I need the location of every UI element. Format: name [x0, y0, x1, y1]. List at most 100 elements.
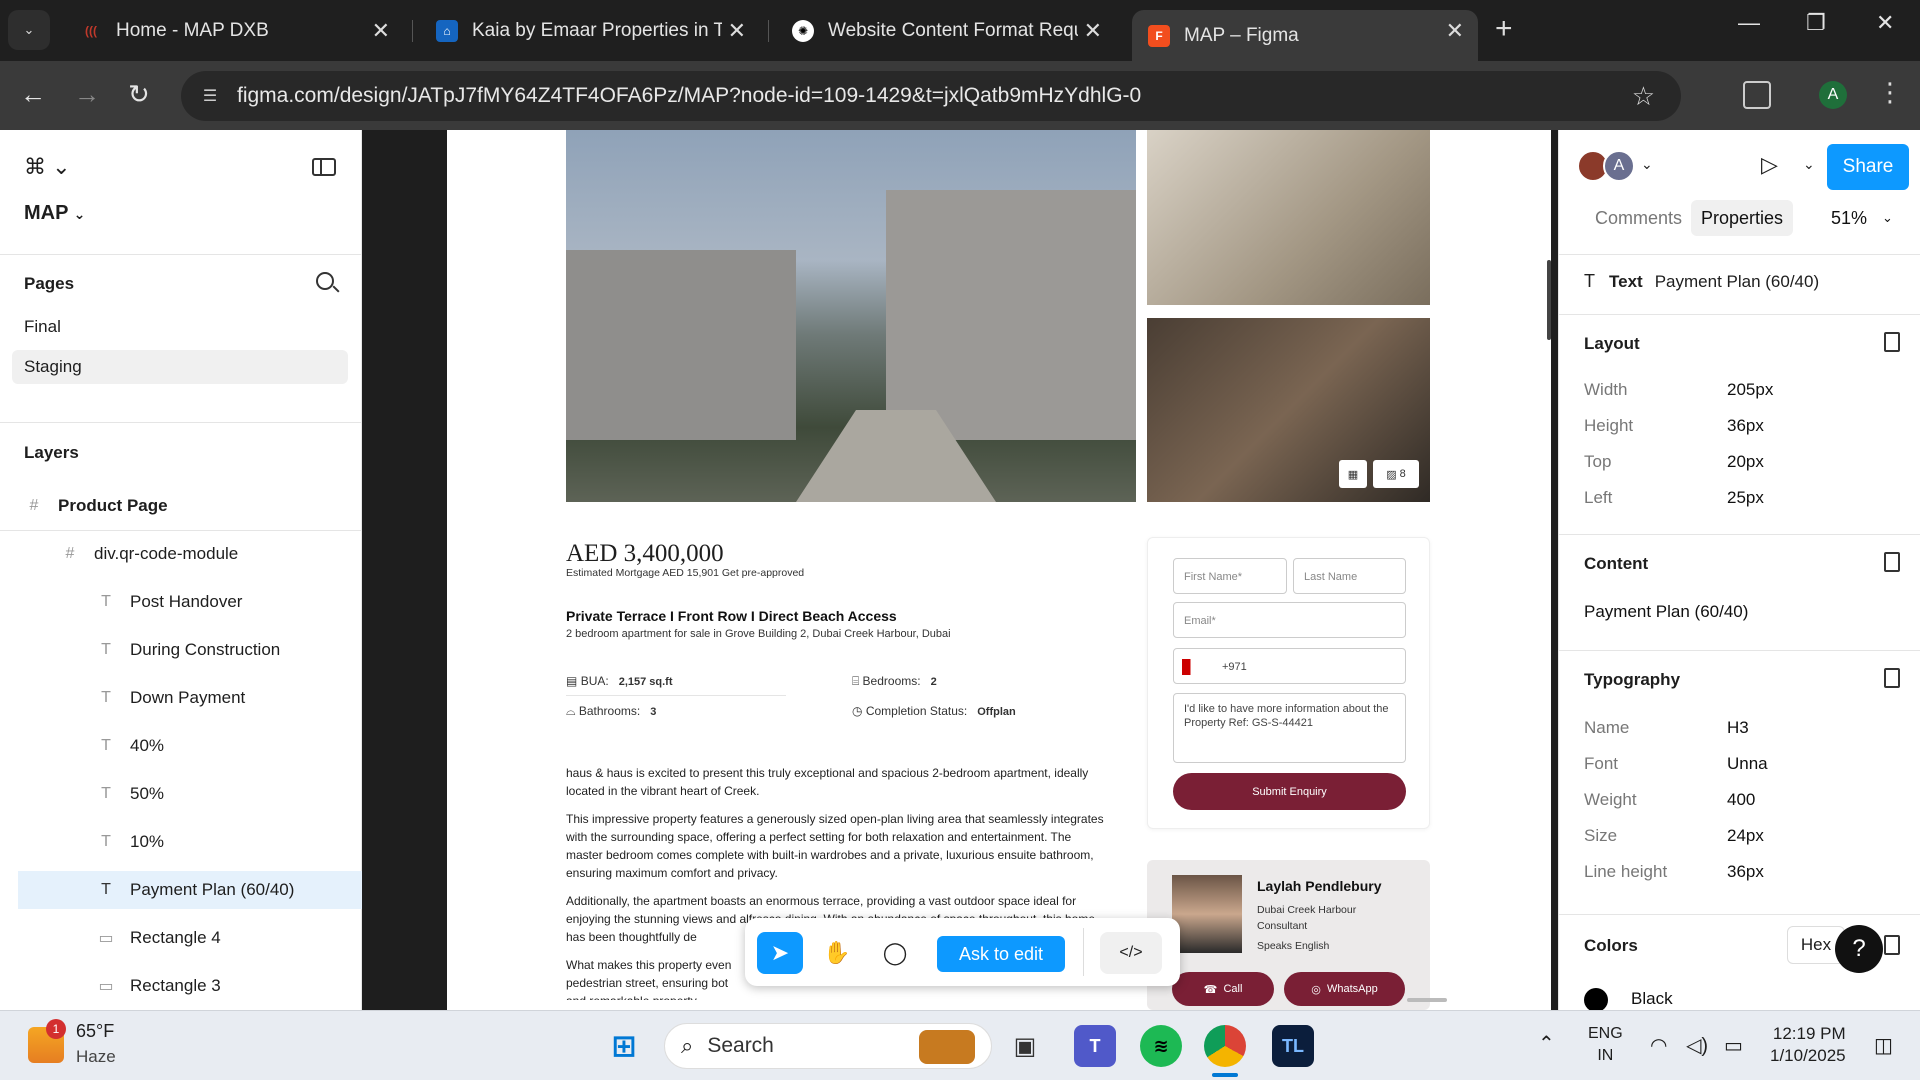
copy-icon[interactable] — [1884, 668, 1900, 688]
weather-temp[interactable]: 65°F — [76, 1021, 114, 1042]
copy-icon[interactable] — [1884, 332, 1900, 352]
teams-icon[interactable]: T — [1074, 1025, 1116, 1067]
close-tab-icon[interactable]: ✕ — [372, 18, 390, 44]
tab-home-map-dxb[interactable]: ((( Home - MAP DXB ✕ — [64, 10, 404, 51]
layer-during-construction[interactable]: T During Construction — [96, 631, 280, 669]
omnibox[interactable]: ☰ figma.com/design/JATpJ7fMY64Z4TF4OFA6P… — [181, 71, 1681, 121]
canvas-scrollbar-horizontal[interactable] — [1407, 998, 1447, 1002]
spotify-icon[interactable]: ≋ — [1140, 1025, 1182, 1067]
avatar[interactable]: A — [1603, 150, 1635, 182]
page-final[interactable]: Final — [12, 310, 348, 344]
product-page-frame[interactable]: ▦ ▨ 8 AED 3,400,000 Estimated Mortgage A… — [447, 130, 1551, 1010]
minimize-icon[interactable]: — — [1738, 10, 1760, 36]
canvas-scrollbar[interactable] — [1547, 260, 1551, 340]
layer-10-percent[interactable]: T 10% — [96, 823, 164, 861]
reload-icon[interactable]: ↻ — [128, 79, 150, 110]
tab-search-button[interactable]: ⌄ — [8, 10, 50, 50]
collaborator-avatars[interactable]: A ⌄ — [1577, 150, 1653, 182]
chevron-down-icon[interactable]: ⌄ — [1641, 156, 1653, 182]
comment-tool-icon[interactable]: ◯ — [875, 932, 915, 974]
chevron-up-icon[interactable]: ⌃ — [1538, 1031, 1555, 1056]
uae-flag-icon[interactable] — [1182, 659, 1210, 675]
weather-desc[interactable]: Haze — [76, 1047, 116, 1067]
url-text[interactable]: figma.com/design/JATpJ7fMY64Z4TF4OFA6Pz/… — [237, 84, 1141, 108]
taskbar-search[interactable]: ⌕ Search — [664, 1023, 992, 1069]
ask-to-edit-button[interactable]: Ask to edit — [937, 936, 1065, 972]
font-name-value[interactable]: H3 — [1727, 718, 1749, 738]
copy-icon[interactable] — [1884, 935, 1900, 955]
last-name-field[interactable]: Last Name — [1293, 558, 1406, 594]
gallery-count-button[interactable]: ▨ 8 — [1373, 460, 1419, 488]
design-canvas[interactable]: ▦ ▨ 8 AED 3,400,000 Estimated Mortgage A… — [362, 130, 1558, 1010]
floorplan-icon[interactable]: ▦ — [1339, 460, 1367, 488]
tab-kaia-emaar[interactable]: ⌂ Kaia by Emaar Properties in The ✕ — [420, 10, 760, 51]
windows-start-icon[interactable]: ⊞ — [603, 1025, 645, 1067]
line-height-value[interactable]: 36px — [1727, 862, 1764, 882]
tab-comments[interactable]: Comments — [1585, 200, 1692, 236]
email-field[interactable]: Email* — [1173, 602, 1406, 638]
font-weight-value[interactable]: 400 — [1727, 790, 1755, 810]
layer-payment-plan[interactable]: T Payment Plan (60/40) — [18, 871, 362, 909]
figma-menu-icon[interactable]: ⌘ ⌄ — [24, 154, 71, 180]
close-tab-icon[interactable]: ✕ — [728, 18, 746, 44]
width-value[interactable]: 205px — [1727, 380, 1773, 400]
layer-post-handover[interactable]: T Post Handover — [96, 583, 242, 621]
language-indicator[interactable]: ENG IN — [1588, 1023, 1623, 1067]
close-tab-icon[interactable]: ✕ — [1446, 18, 1464, 44]
notifications-icon[interactable]: ◫ — [1874, 1033, 1893, 1058]
forward-arrow-icon[interactable]: → — [74, 79, 100, 110]
whatsapp-button[interactable]: ◎ WhatsApp — [1284, 972, 1405, 1006]
hand-tool-icon[interactable]: ✋ — [817, 932, 857, 974]
browser-menu-icon[interactable]: ⋮ — [1877, 77, 1903, 108]
chevron-down-icon[interactable]: ⌄ — [1803, 156, 1815, 173]
new-tab-icon[interactable]: + — [1495, 12, 1513, 46]
left-value[interactable]: 25px — [1727, 488, 1764, 508]
tl-app-icon[interactable]: TL — [1272, 1025, 1314, 1067]
layer-product-page[interactable]: # Product Page — [24, 487, 168, 525]
message-field[interactable]: I'd like to have more information about … — [1173, 693, 1406, 763]
height-value[interactable]: 36px — [1727, 416, 1764, 436]
tab-map-figma[interactable]: F MAP – Figma ✕ — [1132, 10, 1478, 61]
layer-rectangle-4[interactable]: ▭ Rectangle 4 — [96, 919, 220, 957]
tab-properties[interactable]: Properties — [1691, 200, 1794, 236]
zoom-level[interactable]: 51% ⌄ — [1821, 200, 1903, 236]
extensions-icon[interactable] — [1743, 81, 1771, 109]
font-size-value[interactable]: 24px — [1727, 826, 1764, 846]
toggle-sidebar-icon[interactable] — [312, 158, 336, 176]
call-button[interactable]: ☎ Call — [1172, 972, 1274, 1006]
battery-icon[interactable]: ▭ — [1724, 1033, 1743, 1058]
wifi-icon[interactable]: ◠ — [1650, 1033, 1667, 1058]
page-staging[interactable]: Staging — [12, 350, 348, 384]
layer-rectangle-3[interactable]: ▭ Rectangle 3 — [96, 967, 220, 1005]
bookmark-star-icon[interactable]: ☆ — [1632, 81, 1655, 112]
layer-qr-code-module[interactable]: # div.qr-code-module — [60, 535, 239, 573]
clock[interactable]: 12:19 PM 1/10/2025 — [1770, 1023, 1846, 1067]
submit-enquiry-button[interactable]: Submit Enquiry — [1173, 773, 1406, 810]
move-tool-icon[interactable]: ➤ — [757, 932, 803, 974]
dev-mode-code-icon[interactable]: </> — [1100, 932, 1162, 974]
layer-50-percent[interactable]: T 50% — [96, 775, 164, 813]
restore-icon[interactable]: ❐ — [1806, 10, 1826, 36]
copy-icon[interactable] — [1884, 552, 1900, 572]
share-button[interactable]: Share — [1827, 144, 1909, 190]
phone-field[interactable]: +971 — [1173, 648, 1406, 684]
profile-avatar[interactable]: A — [1819, 81, 1847, 109]
chrome-icon[interactable] — [1204, 1025, 1246, 1067]
layer-40-percent[interactable]: T 40% — [96, 727, 164, 765]
site-info-icon[interactable]: ☰ — [197, 83, 223, 109]
search-icon[interactable] — [316, 272, 334, 290]
first-name-field[interactable]: First Name* — [1173, 558, 1287, 594]
close-tab-icon[interactable]: ✕ — [1084, 18, 1102, 44]
tab-website-content-format[interactable]: ✺ Website Content Format Reque ✕ — [776, 10, 1116, 51]
content-value[interactable]: Payment Plan (60/40) — [1584, 602, 1748, 622]
close-window-icon[interactable]: ✕ — [1876, 10, 1894, 36]
layer-down-payment[interactable]: T Down Payment — [96, 679, 245, 717]
file-name[interactable]: MAP ⌄ — [24, 202, 85, 225]
task-view-icon[interactable]: ▣ — [1004, 1025, 1046, 1067]
back-arrow-icon[interactable]: ← — [20, 79, 46, 110]
font-family-value[interactable]: Unna — [1727, 754, 1768, 774]
top-value[interactable]: 20px — [1727, 452, 1764, 472]
volume-icon[interactable]: ◁) — [1686, 1033, 1708, 1058]
help-icon[interactable]: ? — [1835, 925, 1883, 973]
present-play-icon[interactable]: ▷ — [1761, 152, 1778, 178]
